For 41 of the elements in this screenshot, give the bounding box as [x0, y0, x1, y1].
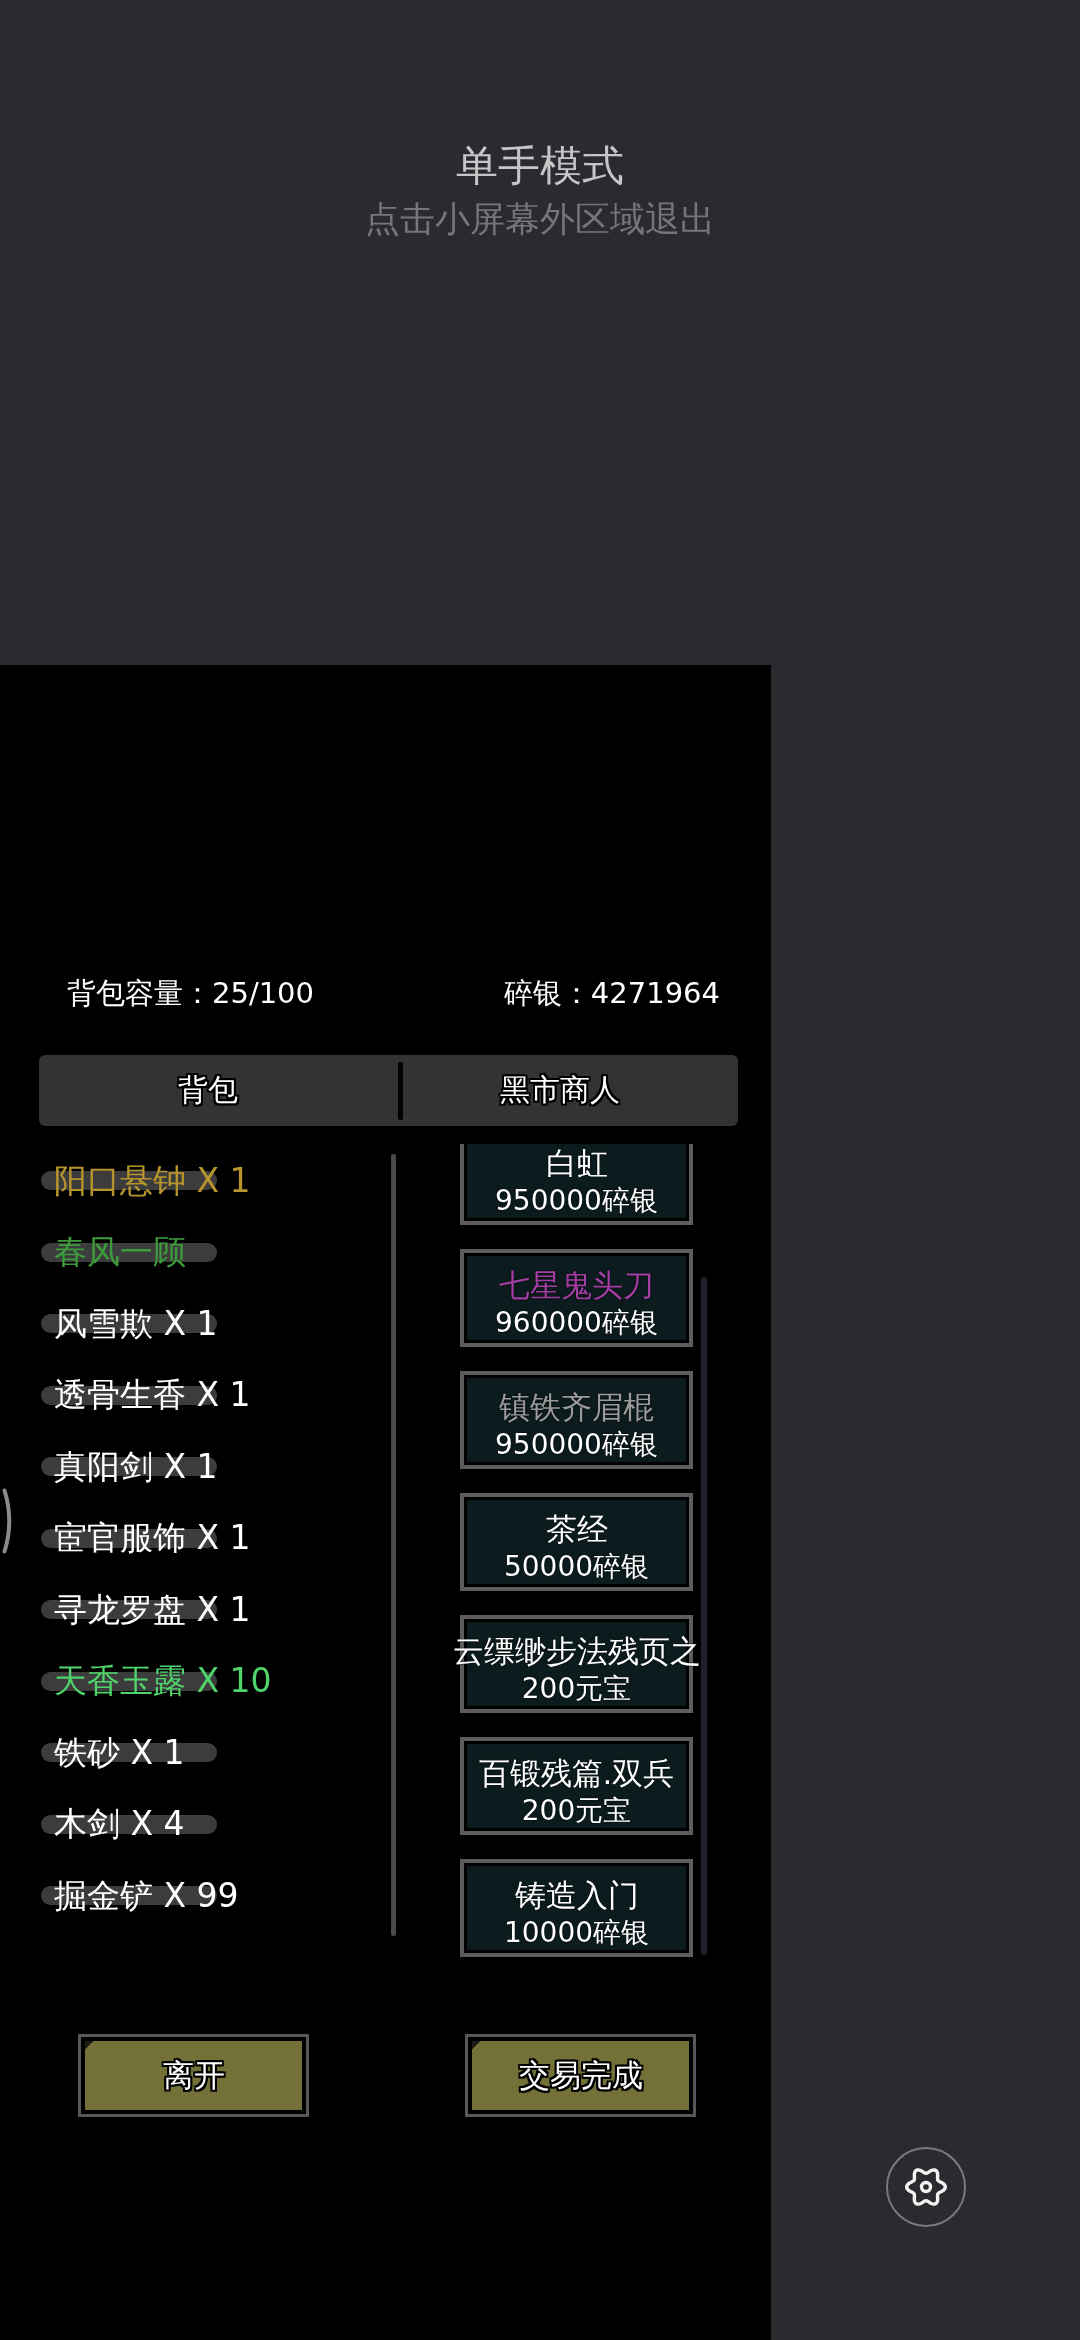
settings-icon [903, 2165, 948, 2209]
inventory-item[interactable]: 阳口悬钟 X 1 [54, 1160, 251, 1201]
inventory-item[interactable]: 天香玉露 X 10 [54, 1661, 272, 1702]
goods-card[interactable]: 茶经 50000碎银 [460, 1493, 693, 1591]
goods-price: 200元宝 [521, 1672, 632, 1706]
inventory-item[interactable]: 风雪欺 X 1 [54, 1303, 218, 1344]
goods-name: 百锻残篇.双兵 [478, 1754, 675, 1792]
goods-name: 铸造入门 [514, 1876, 639, 1914]
confirm-trade-button[interactable]: 交易完成 [465, 2034, 696, 2117]
one-hand-mode-title: 单手模式 [456, 141, 624, 191]
goods-name: 白虹 [545, 1144, 608, 1182]
inventory-item[interactable]: 宦官服饰 X 1 [54, 1518, 251, 1559]
inventory-item[interactable]: 掘金铲 X 99 [54, 1875, 239, 1916]
goods-price: 50000碎银 [503, 1550, 650, 1584]
inventory-item[interactable]: 真阳剑 X 1 [54, 1446, 218, 1487]
edge-handle-icon [2, 1488, 12, 1554]
goods-price: 950000碎银 [495, 1184, 658, 1218]
goods-price: 960000碎银 [495, 1306, 658, 1340]
inventory-item[interactable]: 木剑 X 4 [54, 1804, 185, 1845]
goods-price: 950000碎银 [495, 1428, 658, 1462]
inventory-item[interactable]: 寻龙罗盘 X 1 [54, 1589, 251, 1630]
one-hand-mode-hint: 点击小屏幕外区域退出 [365, 198, 715, 241]
inventory-item[interactable]: 透骨生香 X 1 [54, 1375, 251, 1416]
bag-capacity-text: 背包容量：25/100 [67, 975, 315, 1011]
goods-card[interactable]: 百锻残篇.双兵 200元宝 [460, 1737, 693, 1835]
goods-card[interactable]: 镇铁齐眉棍 950000碎银 [460, 1371, 693, 1469]
leave-button[interactable]: 离开 [78, 2034, 309, 2117]
tab[interactable]: 黑市商人 [403, 1055, 738, 1126]
goods-card[interactable]: 铸造入门 10000碎银 [460, 1859, 693, 1957]
goods-name: 七星鬼头刀 [499, 1266, 654, 1304]
inventory-item[interactable]: 铁砂 X 1 [54, 1732, 185, 1773]
goods-name: 茶经 [545, 1510, 608, 1548]
goods-price: 200元宝 [521, 1794, 632, 1828]
goods-name: 云缥缈步法残页之 [452, 1632, 701, 1670]
tab[interactable]: 背包 [39, 1055, 398, 1126]
goods-name: 镇铁齐眉棍 [499, 1388, 654, 1426]
goods-card[interactable]: 七星鬼头刀 960000碎银 [460, 1249, 693, 1347]
money-balance-text: 碎银：4271964 [503, 975, 720, 1011]
settings-button[interactable] [885, 2147, 966, 2227]
goods-card[interactable]: 白虹 950000碎银 [460, 1144, 693, 1225]
goods-price: 10000碎银 [503, 1916, 650, 1950]
